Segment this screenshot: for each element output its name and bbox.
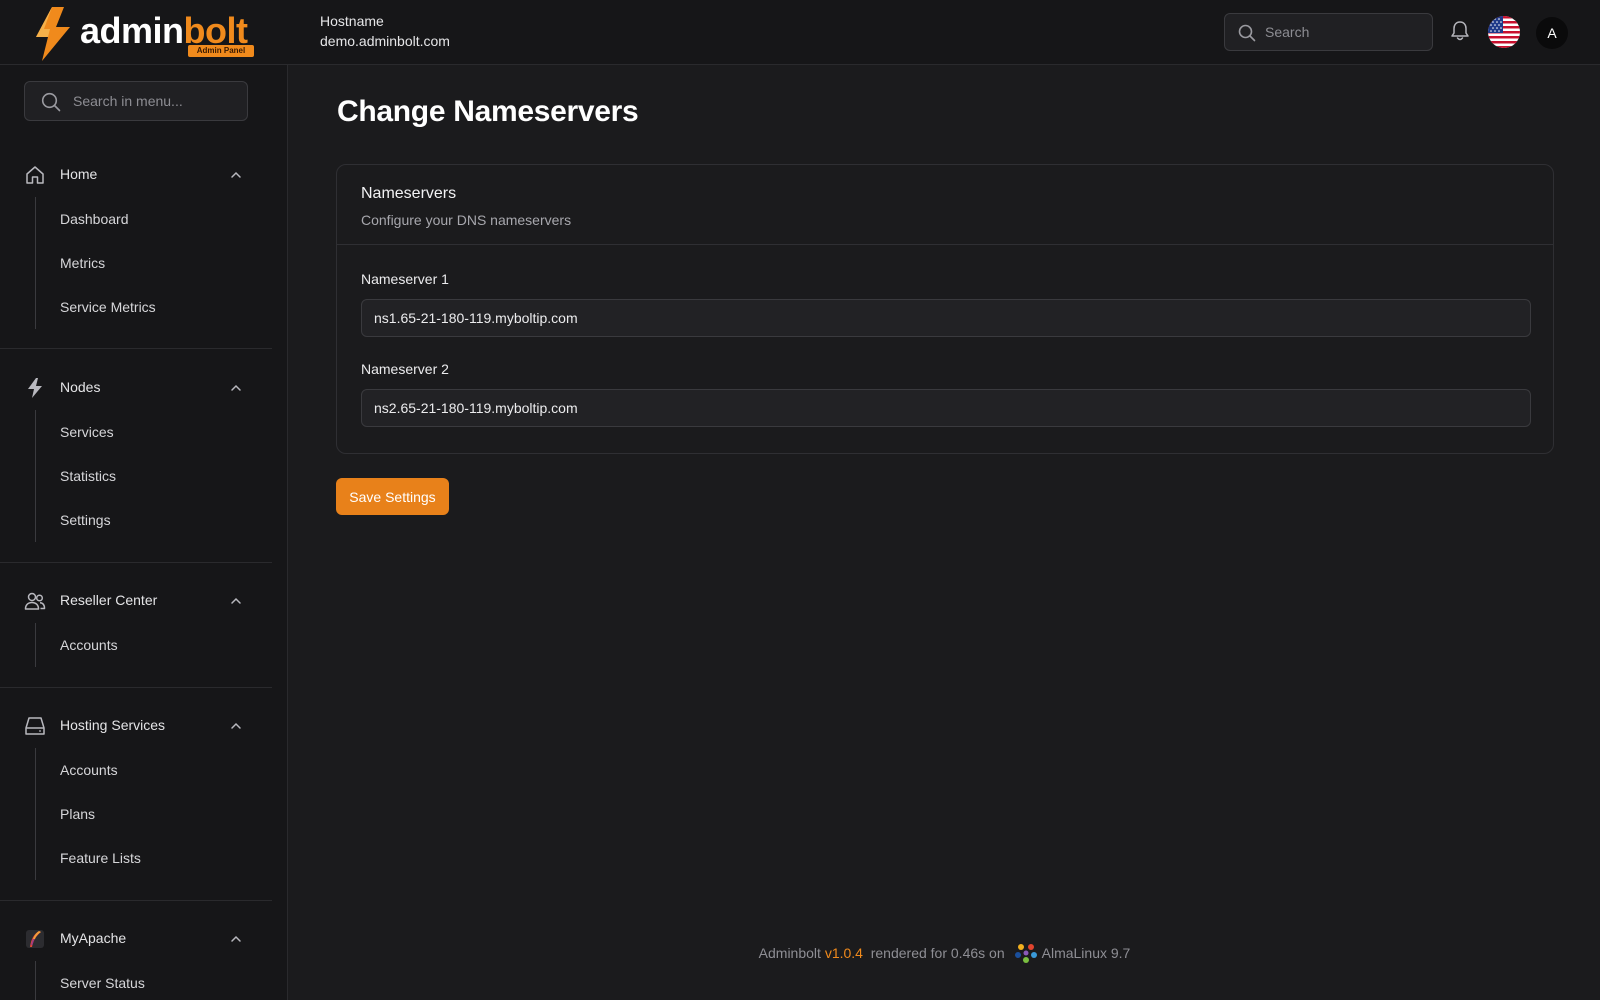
main-content: Change Nameservers Nameservers Configure… <box>289 65 1600 1000</box>
user-avatar[interactable]: A <box>1536 17 1568 49</box>
footer-rendered-text: rendered for 0.46s on <box>870 945 1005 961</box>
chevron-up-icon <box>231 384 241 391</box>
hostname-value: demo.adminbolt.com <box>320 33 450 49</box>
chevron-up-icon <box>231 171 241 178</box>
bolt-icon <box>28 378 42 398</box>
search-icon <box>41 92 61 112</box>
sidebar-divider <box>0 687 272 688</box>
sidebar-group-header-reseller-center[interactable]: Reseller Center <box>0 581 272 621</box>
sidebar-submenu-nodes: Services Statistics Settings <box>35 410 272 542</box>
hostname-display: Hostname demo.adminbolt.com <box>320 12 450 52</box>
bolt-logo-icon <box>36 7 70 61</box>
sidebar-group-header-nodes[interactable]: Nodes <box>0 368 272 408</box>
nameserver-1-input[interactable] <box>361 299 1531 337</box>
sidebar-group-hosting-services: Hosting Services Accounts Plans Feature … <box>0 706 272 880</box>
sidebar-group-nodes: Nodes Services Statistics Settings <box>0 368 272 542</box>
sidebar-group-reseller-center: Reseller Center Accounts <box>0 581 272 667</box>
footer-os: AlmaLinux 9.7 <box>1041 945 1131 961</box>
sidebar-group-label: Hosting Services <box>60 717 166 733</box>
sidebar-submenu-home: Dashboard Metrics Service Metrics <box>35 197 272 329</box>
logo-tagline: Admin Panel <box>188 45 254 57</box>
logo-word-primary: admin <box>80 10 184 51</box>
nameserver-2-label: Nameserver 2 <box>361 361 449 377</box>
sidebar-submenu-reseller-center: Accounts <box>35 623 272 667</box>
card-description: Configure your DNS nameservers <box>361 212 572 228</box>
hostname-label: Hostname <box>320 13 384 29</box>
chevron-up-icon <box>231 935 241 942</box>
apache-feather-icon <box>26 930 44 948</box>
sidebar: Home Dashboard Metrics Service Metrics N… <box>0 65 288 1000</box>
sidebar-group-home: Home Dashboard Metrics Service Metrics <box>0 155 272 329</box>
sidebar-item-reseller-accounts[interactable]: Accounts <box>36 623 272 667</box>
chevron-up-icon <box>231 597 241 604</box>
chevron-up-icon <box>231 722 241 729</box>
sidebar-divider <box>0 900 272 901</box>
sidebar-item-statistics[interactable]: Statistics <box>36 454 272 498</box>
footer-version[interactable]: v1.0.4 <box>825 945 863 961</box>
sidebar-item-hosting-accounts[interactable]: Accounts <box>36 748 272 792</box>
page-title: Change Nameservers <box>337 95 639 128</box>
menu-search <box>24 81 248 121</box>
card-header: Nameservers Configure your DNS nameserve… <box>337 165 1553 245</box>
sidebar-divider <box>0 348 272 349</box>
sidebar-group-myapache: MyApache Server Status <box>0 919 272 1000</box>
sidebar-item-plans[interactable]: Plans <box>36 792 272 836</box>
server-icon <box>25 717 45 735</box>
top-bar: adminbolt Admin Panel Hostname demo.admi… <box>0 0 1600 65</box>
sidebar-item-metrics[interactable]: Metrics <box>36 241 272 285</box>
sidebar-group-label: Reseller Center <box>60 592 158 608</box>
nameserver-2-input[interactable] <box>361 389 1531 427</box>
sidebar-item-server-status[interactable]: Server Status <box>36 961 272 1000</box>
sidebar-group-label: Home <box>60 166 98 182</box>
save-settings-button[interactable]: Save Settings <box>336 478 449 515</box>
sidebar-group-header-home[interactable]: Home <box>0 155 272 195</box>
sidebar-submenu-hosting-services: Accounts Plans Feature Lists <box>35 748 272 880</box>
users-icon <box>24 592 46 610</box>
sidebar-divider <box>0 562 272 563</box>
sidebar-group-header-hosting-services[interactable]: Hosting Services <box>0 706 272 746</box>
bell-icon[interactable] <box>1450 20 1470 42</box>
sidebar-item-service-metrics[interactable]: Service Metrics <box>36 285 272 329</box>
sidebar-submenu-myapache: Server Status <box>35 961 272 1000</box>
sidebar-group-header-myapache[interactable]: MyApache <box>0 919 272 959</box>
global-search <box>1224 13 1433 51</box>
search-icon <box>1238 24 1256 42</box>
home-icon <box>26 166 44 184</box>
nameservers-card: Nameservers Configure your DNS nameserve… <box>336 164 1554 454</box>
almalinux-logo-icon <box>1014 943 1037 963</box>
nameserver-1-label: Nameserver 1 <box>361 271 449 287</box>
us-flag-icon[interactable] <box>1488 16 1520 48</box>
card-title: Nameservers <box>361 185 457 202</box>
sidebar-item-services[interactable]: Services <box>36 410 272 454</box>
footer: Adminbolt v1.0.4 rendered for 0.46s on A… <box>289 941 1600 967</box>
sidebar-item-feature-lists[interactable]: Feature Lists <box>36 836 272 880</box>
sidebar-item-dashboard[interactable]: Dashboard <box>36 197 272 241</box>
footer-product: Adminbolt <box>758 945 821 961</box>
menu-search-input[interactable] <box>73 82 241 120</box>
sidebar-group-label: Nodes <box>60 379 101 395</box>
adminbolt-logo[interactable]: adminbolt Admin Panel <box>30 7 260 61</box>
sidebar-group-label: MyApache <box>60 930 127 946</box>
sidebar-item-settings[interactable]: Settings <box>36 498 272 542</box>
global-search-input[interactable] <box>1265 14 1425 50</box>
